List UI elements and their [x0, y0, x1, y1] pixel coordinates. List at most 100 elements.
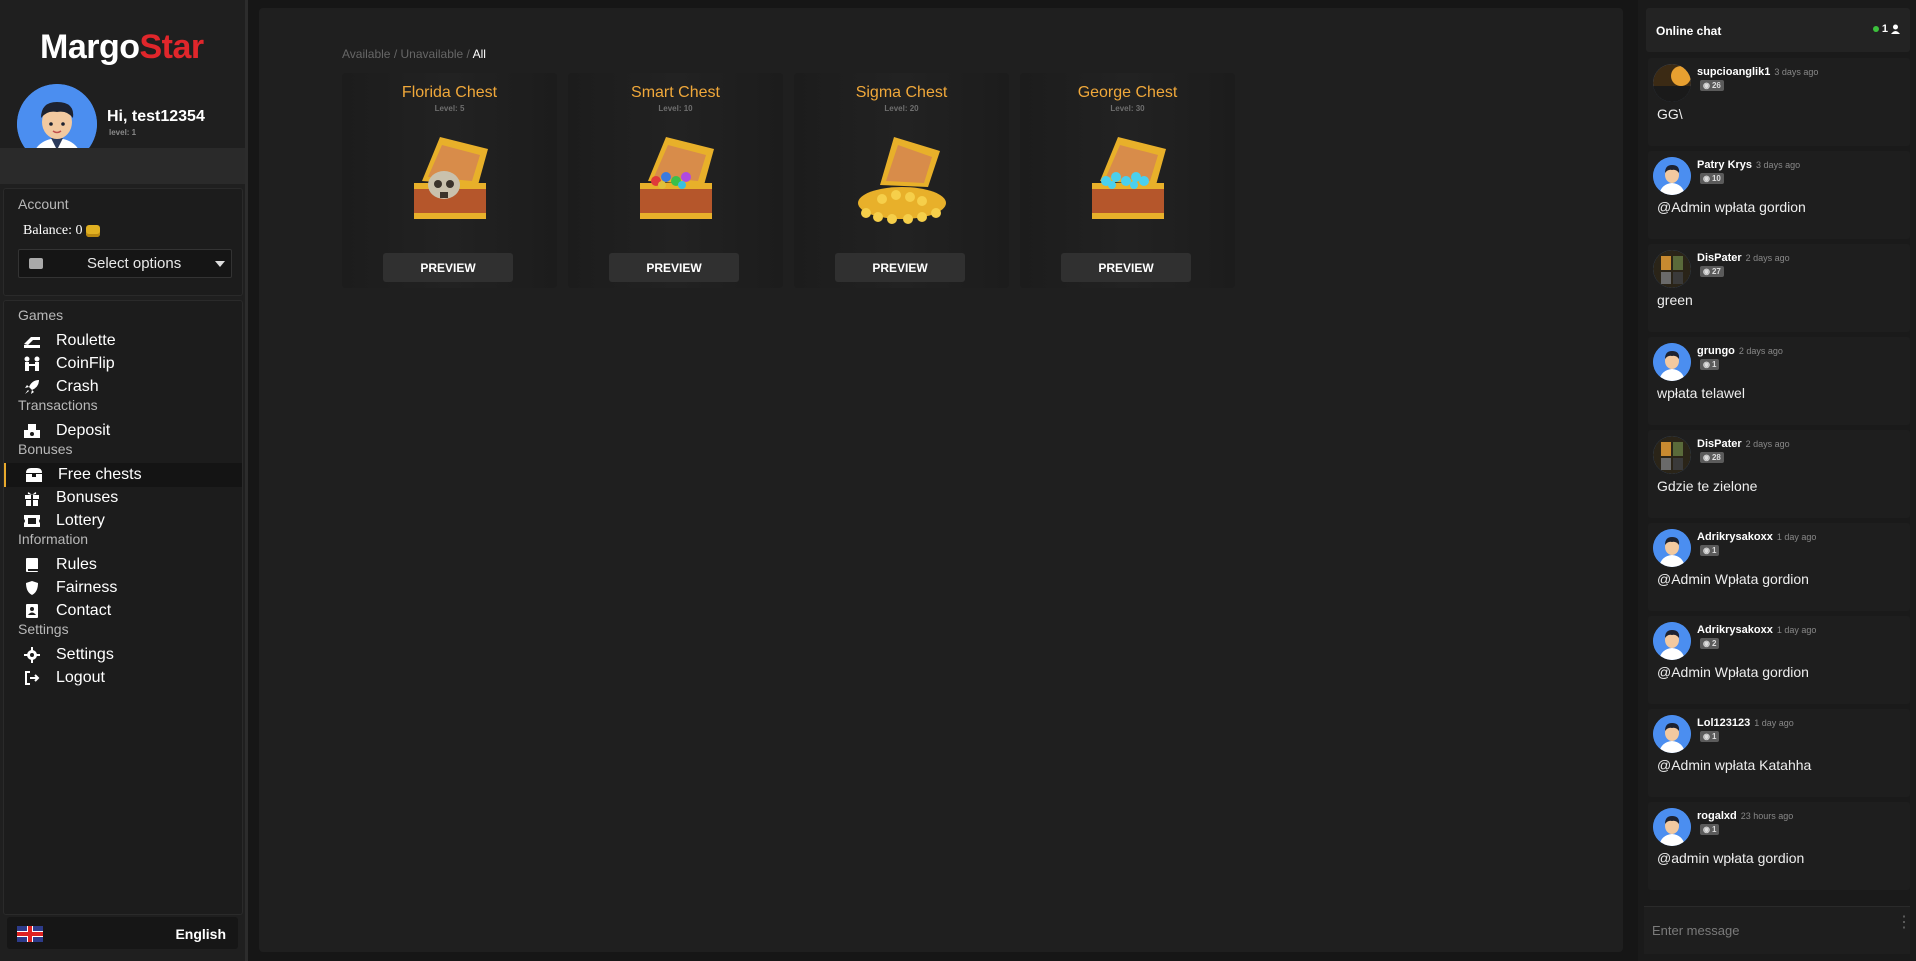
chat-message-text: @admin wpłata gordion: [1657, 850, 1805, 866]
profile-band: [0, 148, 245, 184]
chat-message: Adrikrysakoxx 1 day ago ◉ 2 @Admin Wpłata …: [1648, 616, 1910, 704]
more-options-icon[interactable]: ⋮: [1896, 915, 1912, 931]
sidebar-item-free-chests[interactable]: Free chests: [4, 463, 242, 487]
gems-chest-icon: [626, 129, 726, 234]
chat-username: Adrikrysakoxx 1 day ago: [1697, 531, 1817, 543]
chest-card: George Chest Level: 30 PREVIEW: [1020, 73, 1235, 288]
sidebar-item-rules[interactable]: Rules: [4, 553, 242, 577]
nav-group-settings: Settings: [18, 621, 69, 637]
chat-message-text: wpłata telawel: [1657, 385, 1745, 401]
sidebar: MargoStar Hi, test12354 level: 1 Account…: [0, 0, 248, 961]
chat-message: DisPater 2 days ago ◉ 27 green: [1648, 244, 1910, 332]
chat-message: DisPater 2 days ago ◉ 28 Gdzie te zielone: [1648, 430, 1910, 518]
roulette-icon: [22, 333, 42, 349]
sidebar-item-settings[interactable]: Settings: [4, 643, 242, 667]
sidebar-item-label: Fairness: [56, 579, 118, 596]
level-badge: ◉ 27: [1700, 266, 1724, 277]
skull-chest-icon: [400, 129, 500, 234]
chest-level: Level: 10: [658, 104, 693, 113]
language-selector[interactable]: English: [7, 917, 238, 949]
sidebar-item-label: CoinFlip: [56, 355, 115, 372]
preview-button[interactable]: PREVIEW: [383, 253, 513, 282]
user-level: level: 1: [109, 128, 137, 137]
filter-all[interactable]: All: [473, 47, 486, 61]
filter-unavailable[interactable]: Unavailable: [401, 47, 464, 61]
nav-group-transactions: Transactions: [18, 397, 98, 413]
sidebar-item-contact[interactable]: Contact: [4, 599, 242, 623]
uk-flag-icon: [17, 926, 43, 942]
filter-available[interactable]: Available: [342, 47, 390, 61]
chat-panel: Online chat 1 supcioanglik1 3 days ago ◉ 2…: [1638, 0, 1916, 961]
chat-message-input[interactable]: [1644, 906, 1910, 954]
preview-button[interactable]: PREVIEW: [609, 253, 739, 282]
options-select[interactable]: Select options: [18, 249, 232, 278]
chat-message: Patry Krys 3 days ago ◉ 10 @Admin wpłata g…: [1648, 151, 1910, 239]
rocket-icon: [22, 379, 42, 395]
sidebar-item-label: Deposit: [56, 422, 111, 439]
coinflip-icon: [22, 356, 42, 372]
user-profile: Hi, test12354 level: 1: [0, 80, 245, 164]
user-avatar[interactable]: [1653, 529, 1691, 567]
level-badge: ◉ 26: [1700, 80, 1724, 91]
chat-message-text: @Admin Wpłata gordion: [1657, 571, 1809, 587]
logout-icon: [22, 670, 42, 686]
sidebar-item-fairness[interactable]: Fairness: [4, 576, 242, 600]
navigation-panel: Games Roulette CoinFlip Crash Transactio…: [3, 300, 243, 915]
sidebar-item-label: Bonuses: [56, 489, 119, 506]
language-label: English: [175, 926, 226, 942]
sidebar-item-label: Lottery: [56, 512, 105, 529]
chat-message-text: @Admin Wpłata gordion: [1657, 664, 1809, 680]
user-avatar[interactable]: [1653, 808, 1691, 846]
preview-button[interactable]: PREVIEW: [1061, 253, 1191, 282]
sidebar-item-roulette[interactable]: Roulette: [4, 329, 242, 353]
chest-card: Sigma Chest Level: 20 PREVIEW: [794, 73, 1009, 288]
chat-message: grungo 2 days ago ◉ 1 wpłata telawel: [1648, 337, 1910, 425]
user-avatar[interactable]: [1653, 343, 1691, 381]
options-select-value: Select options: [87, 255, 182, 272]
sidebar-item-deposit[interactable]: Deposit: [4, 419, 242, 443]
user-avatar[interactable]: [1653, 715, 1691, 753]
user-greeting: Hi, test12354: [107, 108, 205, 125]
chest-card: Smart Chest Level: 10 PREVIEW: [568, 73, 783, 288]
chat-message-text: Gdzie te zielone: [1657, 478, 1758, 494]
user-icon: [1891, 24, 1900, 34]
user-avatar[interactable]: [1653, 157, 1691, 195]
site-logo[interactable]: MargoStar: [40, 28, 204, 67]
sidebar-item-lottery[interactable]: Lottery: [4, 509, 242, 533]
chest-title: Sigma Chest: [855, 84, 948, 101]
chest-level: Level: 30: [1110, 104, 1145, 113]
chat-username: rogalxd 23 hours ago: [1697, 810, 1794, 822]
user-avatar[interactable]: [1653, 250, 1691, 288]
user-avatar[interactable]: [1653, 436, 1691, 474]
sidebar-item-label: Contact: [56, 602, 112, 619]
chat-message-text: @Admin wpłata Katahha: [1657, 757, 1812, 773]
sidebar-item-bonuses[interactable]: Bonuses: [4, 486, 242, 510]
wallet-icon: [29, 258, 43, 269]
sidebar-item-crash[interactable]: Crash: [4, 375, 242, 399]
chest-card: Florida Chest Level: 5 PREVIEW: [342, 73, 557, 288]
sidebar-item-logout[interactable]: Logout: [4, 666, 242, 690]
gift-icon: [22, 490, 42, 506]
sidebar-item-label: Settings: [56, 646, 114, 663]
chat-message-text: GG\: [1657, 106, 1683, 122]
chest-title: Smart Chest: [631, 84, 720, 101]
user-avatar[interactable]: [1653, 622, 1691, 660]
level-badge: ◉ 28: [1700, 452, 1724, 463]
filter-separator: /: [390, 47, 401, 61]
user-avatar[interactable]: [1653, 64, 1691, 102]
level-badge: ◉ 2: [1700, 638, 1720, 649]
sidebar-item-label: Rules: [56, 556, 97, 573]
preview-button[interactable]: PREVIEW: [835, 253, 965, 282]
sidebar-item-coinflip[interactable]: CoinFlip: [4, 352, 242, 376]
chest-title: George Chest: [1077, 84, 1178, 101]
gold-chest-icon: [852, 129, 952, 234]
level-badge: ◉ 10: [1700, 173, 1724, 184]
sidebar-item-label: Roulette: [56, 332, 116, 349]
ticket-icon: [22, 513, 42, 529]
chest-filters: Available / Unavailable / All: [342, 47, 486, 61]
chat-username: Adrikrysakoxx 1 day ago: [1697, 624, 1817, 636]
sidebar-item-label: Free chests: [58, 466, 142, 483]
nav-group-games: Games: [18, 307, 64, 323]
level-badge: ◉ 1: [1700, 824, 1720, 835]
balance-text: Balance: 0: [23, 223, 83, 238]
